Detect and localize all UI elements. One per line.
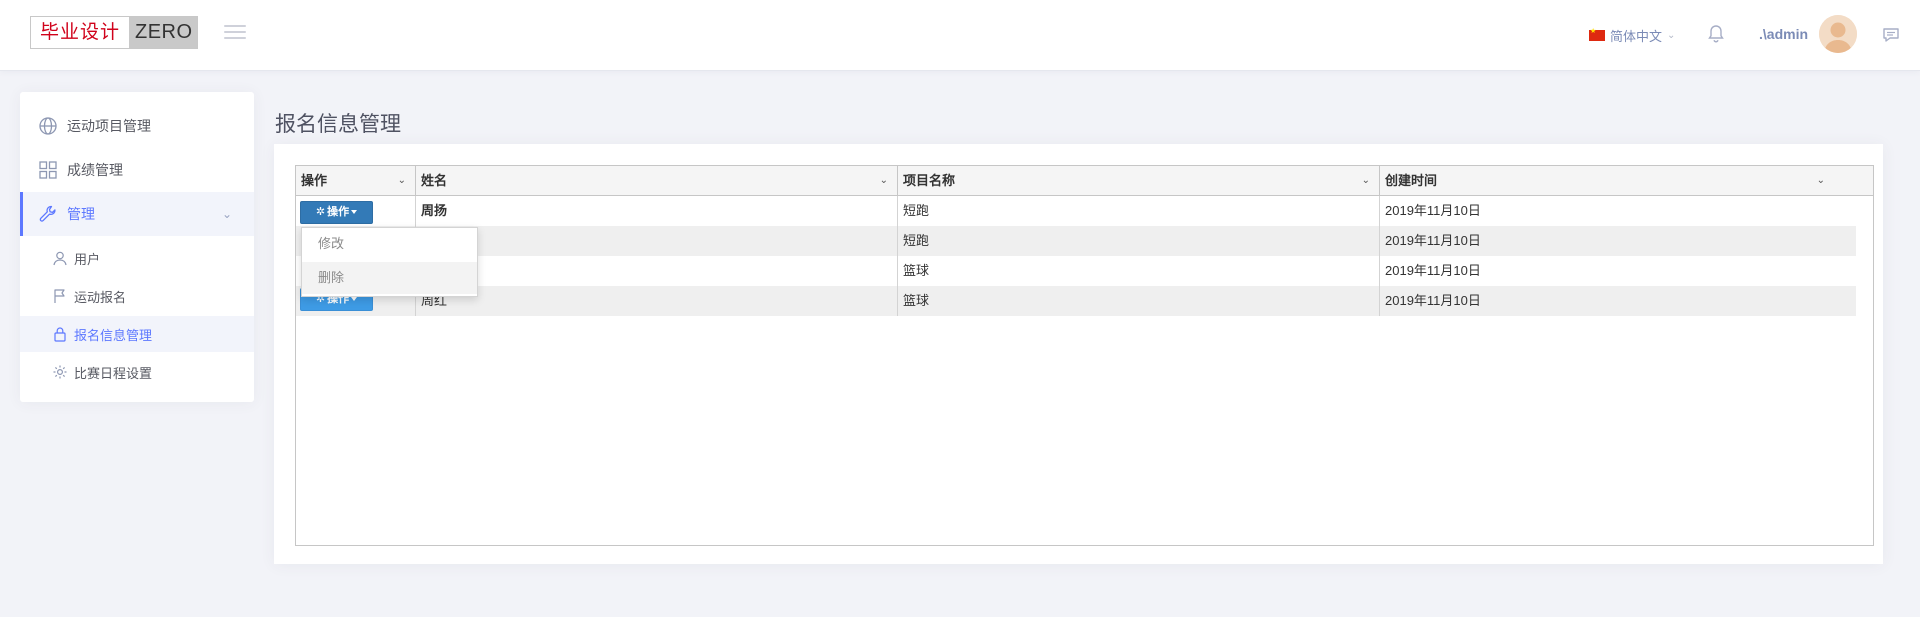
action-button[interactable]: ✲ 操作 bbox=[300, 201, 373, 224]
caret-down-icon bbox=[351, 210, 358, 215]
sidebar-item-sports-projects[interactable]: 运动项目管理 bbox=[20, 104, 254, 148]
action-dropdown-menu: 修改 删除 bbox=[301, 227, 478, 297]
flag-icon bbox=[54, 289, 65, 303]
action-button-label: 操作 bbox=[327, 206, 350, 218]
language-selector[interactable]: 简体中文 ⌄ bbox=[1589, 26, 1675, 45]
column-header-label: 项目名称 bbox=[903, 173, 956, 188]
gear-icon: ✲ bbox=[315, 206, 326, 218]
sidebar-subitem-users[interactable]: 用户 bbox=[20, 240, 254, 276]
project-cell: 短跑 bbox=[898, 196, 1380, 226]
logo-text-cn: 毕业设计 bbox=[39, 21, 120, 43]
chevron-down-icon: ⌄ bbox=[1667, 30, 1676, 41]
column-header-label: 创建时间 bbox=[1385, 173, 1438, 188]
edit-menu-item[interactable]: 修改 bbox=[302, 228, 477, 260]
grid-icon bbox=[39, 161, 57, 179]
avatar[interactable] bbox=[1819, 15, 1857, 53]
name-cell: 周扬 bbox=[416, 196, 898, 226]
sidebar-subitem-signup-info[interactable]: 报名信息管理 bbox=[20, 316, 254, 352]
lock-icon bbox=[54, 327, 66, 342]
chevron-down-icon[interactable]: ⌄ bbox=[880, 166, 888, 196]
wrench-icon bbox=[39, 205, 56, 222]
sidebar-item-label: 运动项目管理 bbox=[67, 118, 151, 134]
table-row[interactable]: 篮球 2019年11月10日 bbox=[296, 256, 1856, 286]
username[interactable]: .\admin bbox=[1759, 26, 1808, 42]
grid-header: 操作 ⌄ 姓名 ⌄ 项目名称 ⌄ 创建时间 ⌄ bbox=[296, 166, 1873, 196]
name-cell bbox=[416, 226, 898, 256]
column-header-created[interactable]: 创建时间 ⌄ bbox=[1380, 166, 1873, 196]
logo-text-en: ZERO bbox=[129, 17, 197, 48]
project-cell: 短跑 bbox=[898, 226, 1380, 256]
column-header-name[interactable]: 姓名 ⌄ bbox=[416, 166, 898, 196]
sidebar: 运动项目管理 成绩管理 管理 ⌄ 用户 运动报名 报名信息管理 比赛日程设置 bbox=[20, 92, 254, 402]
chevron-down-icon[interactable]: ⌄ bbox=[398, 166, 406, 196]
caret-down-icon bbox=[351, 297, 358, 302]
chevron-down-icon: ⌄ bbox=[221, 207, 232, 221]
data-grid: 操作 ⌄ 姓名 ⌄ 项目名称 ⌄ 创建时间 ⌄ ✲ 操作 周扬 短跑 2019年… bbox=[295, 165, 1874, 546]
column-header-project[interactable]: 项目名称 ⌄ bbox=[898, 166, 1380, 196]
sidebar-subitem-label: 比赛日程设置 bbox=[74, 365, 153, 381]
language-label: 简体中文 bbox=[1610, 29, 1663, 44]
sidebar-subitem-label: 用户 bbox=[74, 251, 101, 267]
message-icon[interactable] bbox=[1882, 27, 1900, 43]
app-logo[interactable]: 毕业设计 ZERO bbox=[30, 16, 198, 49]
sidebar-item-management[interactable]: 管理 ⌄ bbox=[20, 192, 254, 236]
menu-icon[interactable] bbox=[224, 25, 246, 41]
created-cell: 2019年11月10日 bbox=[1385, 233, 1481, 248]
bell-icon[interactable] bbox=[1707, 24, 1725, 44]
column-header-action[interactable]: 操作 ⌄ bbox=[296, 166, 416, 196]
project-cell: 篮球 bbox=[898, 256, 1380, 286]
created-cell: 2019年11月10日 bbox=[1385, 263, 1481, 278]
gear-icon bbox=[53, 365, 67, 379]
column-header-label: 操作 bbox=[301, 173, 328, 188]
sidebar-subitem-label: 报名信息管理 bbox=[74, 327, 153, 343]
created-cell: 2019年11月10日 bbox=[1385, 293, 1481, 308]
chevron-down-icon[interactable]: ⌄ bbox=[1362, 166, 1370, 196]
sidebar-item-scores[interactable]: 成绩管理 bbox=[20, 148, 254, 192]
table-row[interactable]: 短跑 2019年11月10日 bbox=[296, 226, 1856, 256]
avatar-image bbox=[1819, 15, 1857, 53]
top-header: 毕业设计 ZERO 简体中文 ⌄ .\admin bbox=[0, 0, 1920, 71]
chevron-down-icon[interactable]: ⌄ bbox=[1817, 166, 1825, 196]
sidebar-subitem-schedule[interactable]: 比赛日程设置 bbox=[20, 354, 254, 390]
action-cell: ✲ 操作 bbox=[296, 196, 416, 226]
delete-menu-item[interactable]: 删除 bbox=[302, 262, 477, 294]
created-cell: 2019年11月10日 bbox=[1385, 203, 1481, 218]
globe-icon bbox=[39, 117, 57, 135]
sidebar-item-label: 管理 bbox=[67, 206, 95, 222]
sidebar-item-label: 成绩管理 bbox=[67, 162, 123, 178]
table-row[interactable]: ✲ 操作 周扬 短跑 2019年11月10日 bbox=[296, 196, 1856, 226]
sidebar-subitem-sports-signup[interactable]: 运动报名 bbox=[20, 278, 254, 314]
sidebar-subitem-label: 运动报名 bbox=[74, 289, 127, 305]
content-panel: 操作 ⌄ 姓名 ⌄ 项目名称 ⌄ 创建时间 ⌄ ✲ 操作 周扬 短跑 2019年… bbox=[274, 144, 1883, 564]
flag-icon bbox=[1589, 27, 1605, 41]
name-cell bbox=[416, 256, 898, 286]
page-title: 报名信息管理 bbox=[275, 113, 401, 136]
column-header-label: 姓名 bbox=[421, 173, 448, 188]
project-cell: 篮球 bbox=[898, 286, 1380, 316]
name-cell: 周红 bbox=[416, 286, 898, 316]
user-icon bbox=[53, 251, 67, 266]
table-row[interactable]: ✲ 操作 周红 篮球 2019年11月10日 bbox=[296, 286, 1856, 316]
